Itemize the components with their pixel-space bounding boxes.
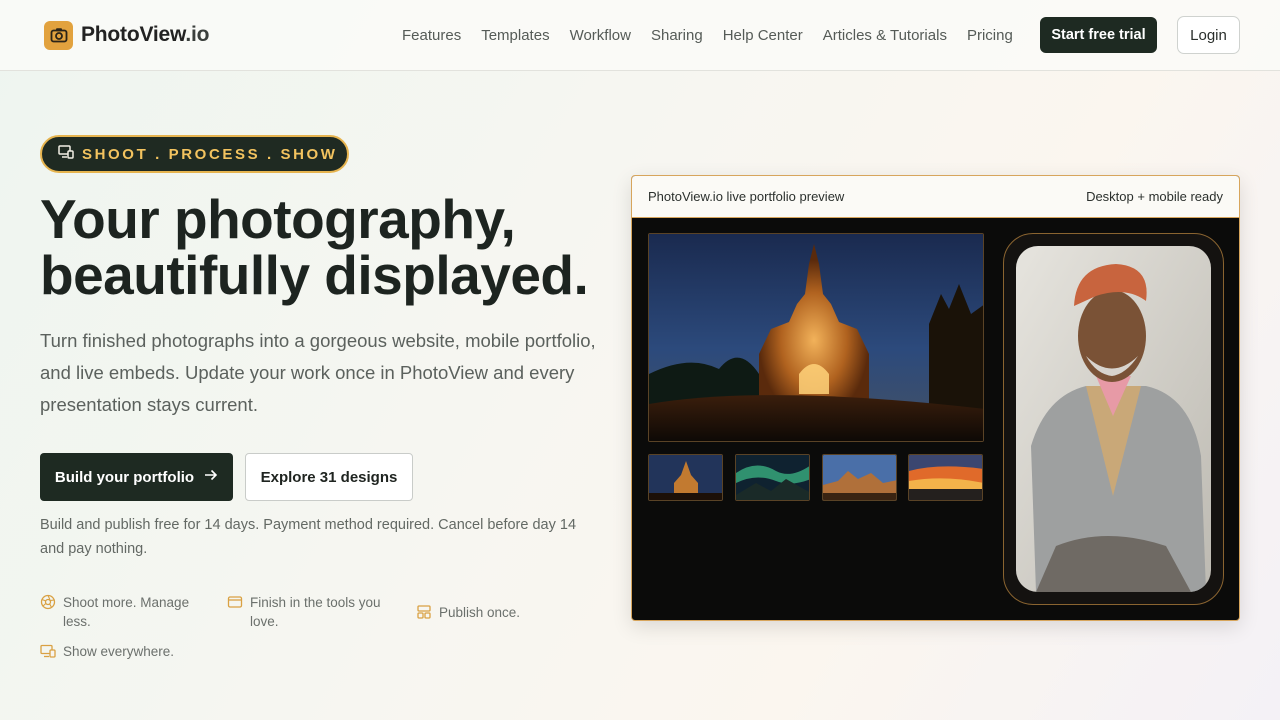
tagline-badge: SHOOT . PROCESS . SHOW [40, 135, 349, 173]
feature-label: Show everywhere. [63, 644, 175, 659]
top-nav: PhotoView.io Features Templates Workflow… [0, 0, 1280, 71]
phone-mockup [1003, 233, 1224, 605]
headline-line-1: Your photography, [40, 188, 516, 250]
thumbnail-sunset[interactable] [908, 454, 983, 501]
phone-photo-portrait[interactable] [1016, 246, 1211, 592]
window-icon [227, 594, 243, 610]
feature-publish-once: Publish once. [416, 603, 556, 622]
nav-link-templates[interactable]: Templates [481, 27, 549, 44]
explore-designs-button[interactable]: Explore 31 designs [245, 453, 413, 501]
main-photo-temple[interactable] [648, 233, 984, 442]
arrow-right-icon [204, 468, 218, 486]
preview-header: PhotoView.io live portfolio preview Desk… [632, 176, 1239, 218]
page-title: Your photography, beautifully displayed. [40, 191, 630, 303]
nav-link-features[interactable]: Features [402, 27, 461, 44]
layout-icon [416, 604, 432, 620]
hero-subtitle: Turn finished photographs into a gorgeou… [40, 330, 596, 415]
feature-finish-tools: Finish in the tools you love. [227, 593, 397, 631]
feature-label: Finish in the tools you love. [250, 595, 381, 629]
start-trial-button[interactable]: Start free trial [1040, 17, 1157, 53]
feature-label: Shoot more. Manage less. [63, 595, 190, 629]
feature-shoot-more: Shoot more. Manage less. [40, 593, 210, 631]
nav-link-pricing[interactable]: Pricing [967, 27, 1013, 44]
devices-icon [40, 643, 56, 659]
camera-logo-icon [44, 20, 73, 50]
brand-name: PhotoView.io [81, 23, 210, 46]
thumbnail-temple[interactable] [648, 454, 723, 501]
brand-logo[interactable]: PhotoView.io [44, 20, 209, 50]
feature-label: Publish once. [439, 605, 521, 620]
aperture-icon [40, 594, 56, 610]
nav-link-articles[interactable]: Articles & Tutorials [823, 27, 947, 44]
nav-links: Features Templates Workflow Sharing Help… [402, 0, 1013, 70]
trial-note: Build and publish free for 14 days. Paym… [40, 517, 577, 557]
login-button[interactable]: Login [1177, 16, 1240, 54]
tagline-text: SHOOT . PROCESS . SHOW [82, 145, 338, 163]
portfolio-preview: PhotoView.io live portfolio preview Desk… [631, 175, 1240, 621]
nav-link-workflow[interactable]: Workflow [570, 27, 631, 44]
preview-title: PhotoView.io live portfolio preview [648, 189, 845, 204]
nav-link-help-center[interactable]: Help Center [723, 27, 803, 44]
nav-link-sharing[interactable]: Sharing [651, 27, 703, 44]
thumbnail-aurora[interactable] [735, 454, 810, 501]
headline-line-2: beautifully displayed. [40, 244, 589, 306]
devices-icon [58, 144, 74, 164]
thumbnail-canyon[interactable] [822, 454, 897, 501]
preview-status: Desktop + mobile ready [1086, 189, 1223, 204]
build-portfolio-button[interactable]: Build your portfolio [40, 453, 233, 501]
feature-show-everywhere: Show everywhere. [40, 642, 210, 661]
build-portfolio-label: Build your portfolio [54, 468, 195, 486]
